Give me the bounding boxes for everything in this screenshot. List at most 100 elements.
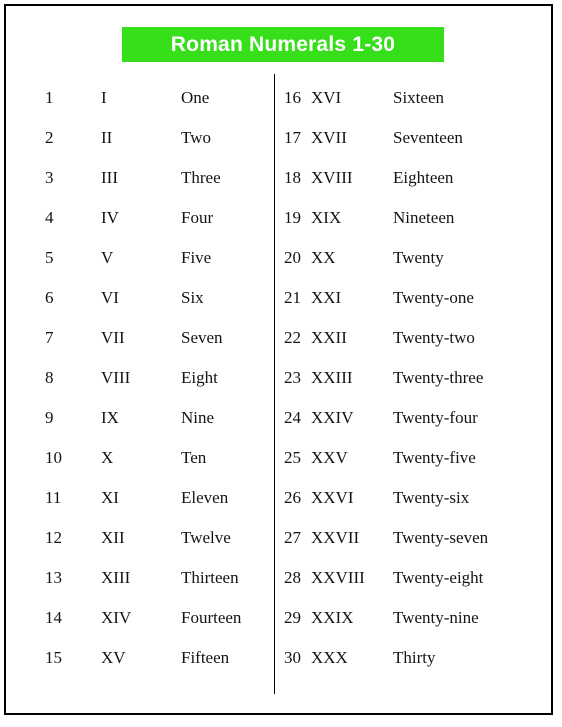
table-row: 13 XIII Thirteen <box>6 558 274 598</box>
arabic-number-cell: 21 <box>284 288 301 307</box>
arabic-number-cell: 23 <box>284 368 301 387</box>
roman-numeral-cell: XXI <box>311 288 342 307</box>
arabic-number-cell: 20 <box>284 248 301 267</box>
number-word-cell: Four <box>181 208 214 227</box>
table-row: 3 III Three <box>6 158 274 198</box>
roman-numeral-cell: XX <box>311 248 336 267</box>
roman-numeral-cell: XV <box>101 648 126 667</box>
number-word-cell: Fifteen <box>181 648 230 667</box>
roman-numeral-cell: XXVII <box>311 528 360 547</box>
table-row: 4 IV Four <box>6 198 274 238</box>
roman-numeral-cell: XVI <box>311 88 342 107</box>
table-row: 11 XI Eleven <box>6 478 274 518</box>
arabic-number-cell: 1 <box>45 88 54 107</box>
number-word-cell: Thirty <box>393 648 436 667</box>
arabic-number-cell: 13 <box>45 568 62 587</box>
number-word-cell: Five <box>181 248 212 267</box>
roman-numeral-cell: XXX <box>311 648 348 667</box>
arabic-number-cell: 28 <box>284 568 301 587</box>
roman-numeral-cell: XXIV <box>311 408 354 427</box>
table-row: 23 XXIII Twenty-three <box>275 358 553 398</box>
number-word-cell: Seventeen <box>393 128 463 147</box>
title-banner: Roman Numerals 1-30 <box>122 27 444 62</box>
number-word-cell: Nine <box>181 408 215 427</box>
roman-numeral-cell: XIV <box>101 608 132 627</box>
number-word-cell: Twenty-three <box>393 368 484 387</box>
arabic-number-cell: 27 <box>284 528 301 547</box>
page-title: Roman Numerals 1-30 <box>170 33 396 56</box>
table-row: 25 XXV Twenty-five <box>275 438 553 478</box>
roman-numeral-cell: VI <box>101 288 119 307</box>
roman-numeral-cell: X <box>101 448 114 467</box>
number-word-cell: Twelve <box>181 528 231 547</box>
arabic-number-cell: 17 <box>284 128 301 147</box>
table-row: 29 XXIX Twenty-nine <box>275 598 553 638</box>
number-word-cell: Fourteen <box>181 608 242 627</box>
number-word-cell: Nineteen <box>393 208 455 227</box>
table-row: 2 II Two <box>6 118 274 158</box>
number-word-cell: Twenty-eight <box>393 568 484 587</box>
table-row: 28 XXVIII Twenty-eight <box>275 558 553 598</box>
number-word-cell: Thirteen <box>181 568 239 587</box>
number-word-cell: Three <box>181 168 221 187</box>
number-word-cell: Twenty <box>393 248 444 267</box>
arabic-number-cell: 3 <box>45 168 54 187</box>
arabic-number-cell: 30 <box>284 648 301 667</box>
arabic-number-cell: 18 <box>284 168 301 187</box>
arabic-number-cell: 25 <box>284 448 301 467</box>
number-word-cell: Twenty-one <box>393 288 474 307</box>
table-row: 22 XXII Twenty-two <box>275 318 553 358</box>
table-row: 21 XXI Twenty-one <box>275 278 553 318</box>
table-row: 26 XXVI Twenty-six <box>275 478 553 518</box>
number-word-cell: Sixteen <box>393 88 444 107</box>
arabic-number-cell: 29 <box>284 608 301 627</box>
roman-numeral-cell: IX <box>101 408 119 427</box>
roman-numeral-cell: III <box>101 168 118 187</box>
number-word-cell: Eighteen <box>393 168 454 187</box>
table-row: 12 XII Twelve <box>6 518 274 558</box>
number-word-cell: Twenty-two <box>393 328 475 347</box>
number-word-cell: Eight <box>181 368 218 387</box>
table-row: 1 I One <box>6 78 274 118</box>
number-word-cell: Seven <box>181 328 223 347</box>
table-row: 17 XVII Seventeen <box>275 118 553 158</box>
number-word-cell: Twenty-four <box>393 408 478 427</box>
table-row: 10 X Ten <box>6 438 274 478</box>
arabic-number-cell: 4 <box>45 208 54 227</box>
table-row: 20 XX Twenty <box>275 238 553 278</box>
table-row: 6 VI Six <box>6 278 274 318</box>
header-area: Roman Numerals 1-30 <box>6 6 551 64</box>
arabic-number-cell: 14 <box>45 608 62 627</box>
roman-numeral-cell: XVII <box>311 128 347 147</box>
roman-numeral-cell: XXIII <box>311 368 353 387</box>
arabic-number-cell: 9 <box>45 408 54 427</box>
table-row: 30 XXX Thirty <box>275 638 553 678</box>
roman-numeral-cell: XXV <box>311 448 348 467</box>
roman-numeral-cell: VII <box>101 328 125 347</box>
roman-numeral-cell: XII <box>101 528 125 547</box>
number-word-cell: Ten <box>181 448 207 467</box>
roman-numeral-cell: XI <box>101 488 119 507</box>
number-word-cell: Twenty-seven <box>393 528 489 547</box>
roman-numeral-cell: II <box>101 128 113 147</box>
table-row: 24 XXIV Twenty-four <box>275 398 553 438</box>
table-row: 15 XV Fifteen <box>6 638 274 678</box>
table-row: 19 XIX Nineteen <box>275 198 553 238</box>
roman-numeral-cell: I <box>101 88 107 107</box>
table-row: 14 XIV Fourteen <box>6 598 274 638</box>
arabic-number-cell: 2 <box>45 128 54 147</box>
number-word-cell: Twenty-six <box>393 488 470 507</box>
roman-numeral-cell: XVIII <box>311 168 353 187</box>
arabic-number-cell: 12 <box>45 528 62 547</box>
roman-numeral-cell: V <box>101 248 114 267</box>
roman-numeral-cell: XXVIII <box>311 568 365 587</box>
table-row: 9 IX Nine <box>6 398 274 438</box>
table-row: 18 XVIII Eighteen <box>275 158 553 198</box>
printable-sheet: Roman Numerals 1-30 1 I One 2 II Two 3 III Three… <box>4 4 553 715</box>
arabic-number-cell: 11 <box>45 488 62 507</box>
number-word-cell: Eleven <box>181 488 229 507</box>
number-word-cell: One <box>181 88 210 107</box>
table-row: 8 VIII Eight <box>6 358 274 398</box>
roman-numeral-cell: XIII <box>101 568 131 587</box>
roman-numeral-cell: VIII <box>101 368 131 387</box>
